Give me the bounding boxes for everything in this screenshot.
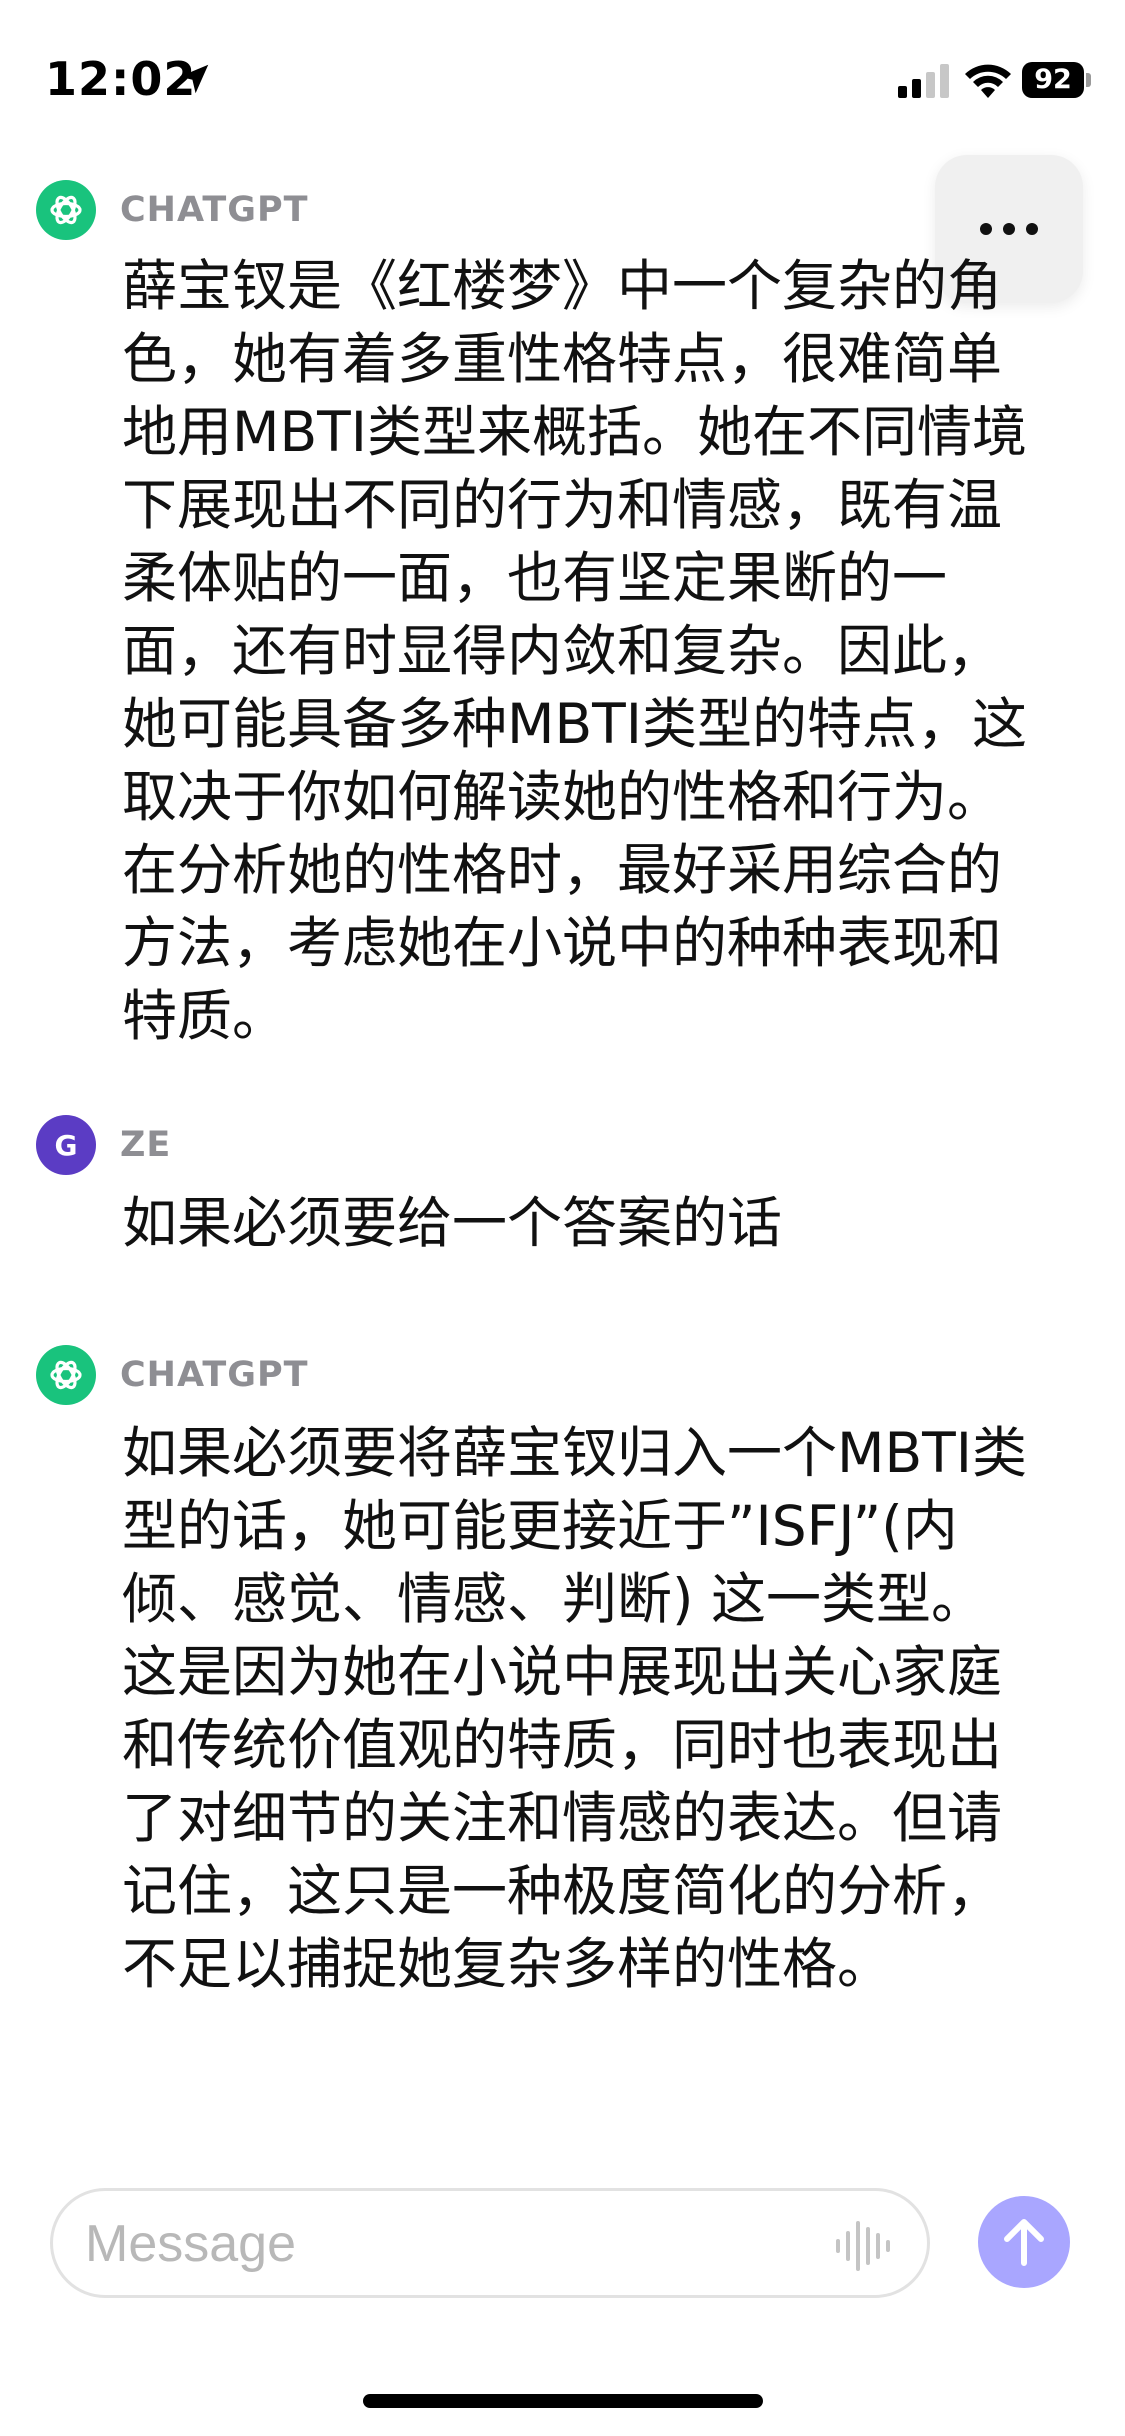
status-time: 12:02	[45, 52, 197, 106]
sender-name: CHATGPT	[120, 190, 309, 230]
assistant-avatar	[36, 180, 96, 240]
message-text: 如果必须要将薛宝钗归入一个MBTI类型的话，她可能更接近于”ISFJ”(内倾、感…	[122, 1421, 1028, 1996]
sender-name: ZE	[120, 1125, 172, 1165]
assistant-avatar	[36, 1345, 96, 1405]
location-arrow-icon	[179, 64, 209, 94]
message-text: 如果必须要给一个答案的话	[122, 1191, 783, 1255]
home-indicator[interactable]	[363, 2394, 763, 2408]
send-button[interactable]	[978, 2196, 1070, 2288]
openai-logo-icon	[50, 195, 82, 225]
wifi-icon	[965, 64, 1011, 98]
sender-name: CHATGPT	[120, 1355, 309, 1395]
voice-waveform-icon[interactable]	[833, 2219, 893, 2273]
arrow-up-icon	[1004, 2219, 1044, 2266]
user-avatar: G	[36, 1115, 96, 1175]
cellular-signal-icon	[898, 64, 949, 98]
message-input[interactable]	[83, 2201, 847, 2287]
status-bar: 12:02 92	[0, 0, 1125, 150]
battery-indicator: 92	[1022, 62, 1092, 98]
message-composer	[50, 2188, 930, 2298]
more-horizontal-icon	[980, 223, 1038, 235]
message-text: 薛宝钗是《红楼梦》中一个复杂的角色，她有着多重性格特点，很难简单地用MBTI类型…	[122, 254, 1028, 1048]
battery-cap	[1086, 73, 1091, 87]
battery-level: 92	[1022, 62, 1084, 98]
openai-logo-icon	[50, 1360, 82, 1390]
